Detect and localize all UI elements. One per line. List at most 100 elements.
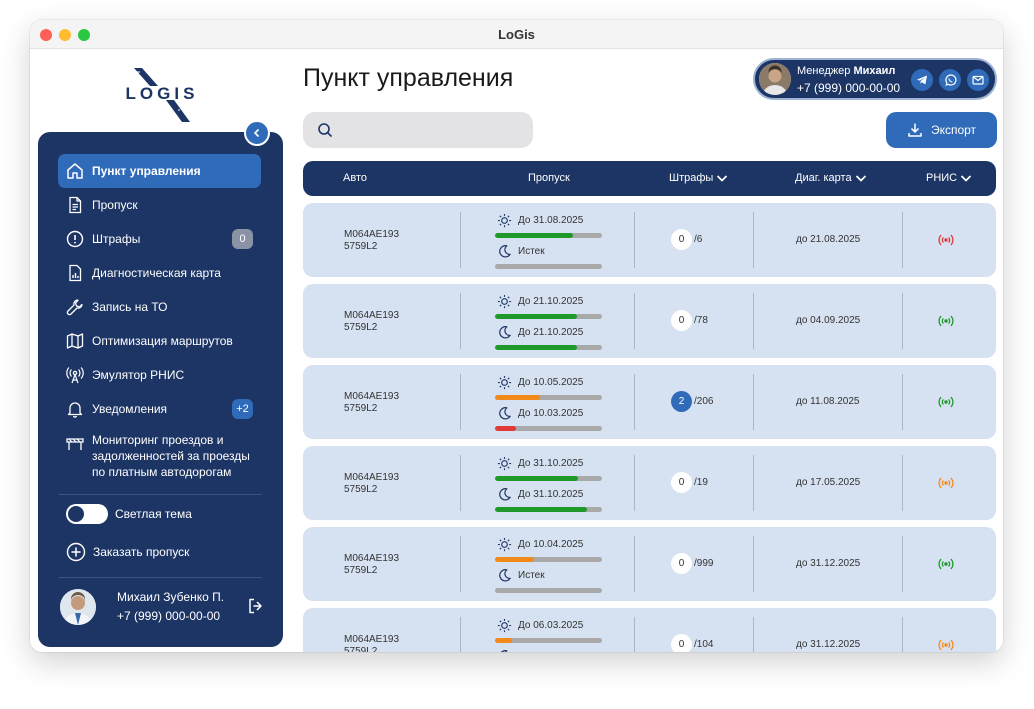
sidebar-item-fines[interactable]: Штрафы 0 [58,222,261,256]
fines-total: /999 [694,558,714,569]
order-pass-button[interactable]: Заказать пропуск [66,542,189,562]
table-row[interactable]: М064АЕ193 5759L2 До 10.05.2025 До 10.03.… [303,365,996,439]
fines-count: 0 [671,229,692,250]
fines-count: 2 [671,391,692,412]
day-pass-date: До 31.08.2025 [518,215,584,226]
day-pass-progress [495,314,602,319]
table-row[interactable]: М064АЕ193 5759L2 До 31.08.2025 Истек 0 /… [303,203,996,277]
manager-title: Менеджер Михаил [797,65,895,77]
night-pass-progress-fill [495,507,588,512]
sidebar-item-toll-monitoring[interactable]: Мониторинг проездов и задолженностей за … [58,426,261,480]
sidebar-item-notifications[interactable]: Уведомления +2 [58,392,261,426]
sidebar-item-control-center[interactable]: Пункт управления [58,154,261,188]
vehicle-plate: М064АЕ193 [344,310,400,321]
diagnostic-date: до 31.12.2025 [796,639,861,650]
user-phone: +7 (999) 000-00-00 [117,609,221,623]
rnis-signal-icon [938,477,954,489]
column-divider [753,455,754,511]
day-pass-progress-fill [495,314,578,319]
document-icon [69,196,82,214]
table-row[interactable]: М064АЕ193 5759L2 До 31.10.2025 До 31.10.… [303,446,996,520]
theme-toggle-row[interactable]: Светлая тема [66,504,192,524]
mail-icon [972,75,984,85]
fines-cell[interactable]: 0 /6 [671,229,702,250]
chevron-down-icon [717,174,728,182]
fines-count: 0 [671,634,692,652]
night-pass: Истек [497,244,545,259]
column-divider [753,212,754,268]
sidebar-item-maintenance[interactable]: Запись на ТО [58,290,261,324]
avatar [759,63,791,95]
vehicle-cell: М064АЕ193 5759L2 [344,310,399,334]
day-pass-progress [495,476,602,481]
chevron-down-icon [855,174,866,182]
sidebar-item-rnis-emulator[interactable]: Эмулятор РНИС [58,358,261,392]
telegram-button[interactable] [911,69,933,91]
rnis-signal-icon [938,396,954,408]
fines-cell[interactable]: 0 /999 [671,553,713,574]
diagnostic-date: до 31.12.2025 [796,558,861,569]
sidebar-item-label: Штрафы [92,232,141,246]
column-label: Диаг. карта [795,172,852,184]
sidebar-item-route-optimization[interactable]: Оптимизация маршрутов [58,324,261,358]
day-pass-progress [495,233,602,238]
fines-total: /104 [694,639,714,650]
column-divider [460,455,461,511]
sidebar-divider [59,494,262,495]
user-profile: Михаил Зубенко П. +7 (999) 000-00-00 [60,587,265,637]
trailer-plate: 5759L2 [344,484,378,495]
logout-icon[interactable] [247,597,265,615]
night-pass: До 31.10.2025 [497,487,583,502]
night-pass-date: До 31.10.2025 [518,489,584,500]
night-pass-date: До 21.10.2025 [518,327,584,338]
sidebar-item-label: Эмулятор РНИС [92,368,185,382]
column-divider [460,374,461,430]
trailer-plate: 5759L2 [344,403,378,414]
column-header-rnis[interactable]: РНИС [926,172,972,184]
rnis-signal-icon [938,558,954,570]
fines-cell[interactable]: 0 /78 [671,310,708,331]
sidebar-item-diagnostic-card[interactable]: Диагностическая карта [58,256,261,290]
column-header-pass[interactable]: Пропуск [528,172,570,184]
day-pass-date: До 10.04.2025 [518,539,584,550]
column-divider [753,617,754,652]
window-title: LoGis [498,27,535,42]
sidebar-collapse-button[interactable] [244,120,270,146]
email-button[interactable] [967,69,989,91]
column-divider [634,374,635,430]
whatsapp-button[interactable] [939,69,961,91]
column-divider [902,536,903,592]
trailer-plate: 5759L2 [344,646,378,652]
table-row[interactable]: М064АЕ193 5759L2 До 06.03.2025 Истек 0 /… [303,608,996,652]
antenna-icon [66,367,84,384]
column-header-auto[interactable]: Авто [343,172,367,184]
fines-cell[interactable]: 0 /19 [671,472,708,493]
table-row[interactable]: М064АЕ193 5759L2 До 21.10.2025 До 21.10.… [303,284,996,358]
telegram-icon [917,75,927,85]
sidebar: Пункт управления Пропуск Штрафы 0 Диагно… [38,132,283,647]
column-label: РНИС [926,172,958,184]
fines-cell[interactable]: 0 /104 [671,634,713,652]
theme-toggle-switch[interactable] [66,504,108,524]
column-header-fines[interactable]: Штрафы [669,172,728,184]
column-header-diagnostic[interactable]: Диаг. карта [795,172,867,184]
moon-icon [499,488,511,501]
avatar[interactable] [60,589,96,625]
export-button[interactable]: Экспорт [886,112,997,148]
rnis-signal-icon [938,315,954,327]
day-pass-date: До 21.10.2025 [518,296,584,307]
manager-name: Михаил [853,65,896,77]
vehicle-plate: М064АЕ193 [344,391,400,402]
search-input[interactable] [303,112,533,148]
day-pass: До 10.05.2025 [497,375,583,390]
vehicle-plate: М064АЕ193 [344,229,400,240]
sidebar-item-pass[interactable]: Пропуск [58,188,261,222]
manager-phone: +7 (999) 000-00-00 [797,81,901,95]
trailer-plate: 5759L2 [344,322,378,333]
column-divider [902,374,903,430]
day-pass-date: До 10.05.2025 [518,377,584,388]
fines-cell[interactable]: 2 /206 [671,391,713,412]
table-row[interactable]: М064АЕ193 5759L2 До 10.04.2025 Истек 0 /… [303,527,996,601]
download-icon [908,123,922,137]
notifications-count-badge: +2 [232,399,253,419]
